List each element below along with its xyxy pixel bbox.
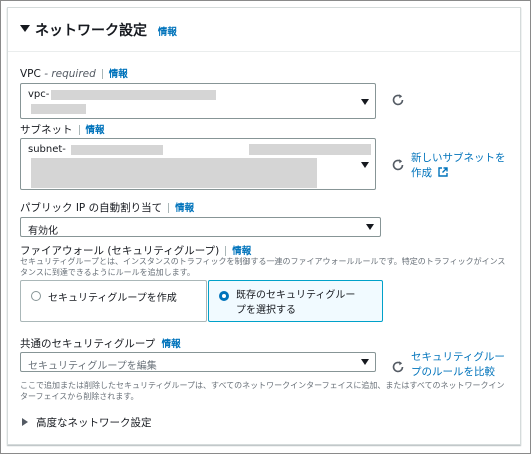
vpc-required-text: - required bbox=[44, 68, 96, 80]
caret-down-icon bbox=[361, 99, 369, 105]
vpc-info-link[interactable]: 情報 bbox=[109, 69, 128, 80]
common-sg-placeholder: セキュリティグループを編集 bbox=[28, 361, 157, 372]
subnet-select[interactable]: subnet- bbox=[20, 138, 376, 190]
radio-existing-sg[interactable]: 既存のセキュリティグループを選択する bbox=[208, 280, 383, 322]
redacted-block bbox=[31, 158, 317, 188]
public-ip-label-text: パブリック IP の自動割り当て bbox=[20, 202, 163, 214]
public-ip-info-link[interactable]: 情報 bbox=[175, 203, 194, 214]
compare-sg-rules-link[interactable]: セキュリティグループのルールを比較 bbox=[411, 350, 511, 380]
external-link-icon bbox=[438, 167, 449, 177]
common-sg-info-link[interactable]: 情報 bbox=[162, 339, 181, 350]
public-ip-select-value: 有効化 bbox=[28, 226, 58, 237]
redacted-block bbox=[51, 90, 216, 100]
vpc-label: VPC - required 情報 bbox=[20, 66, 128, 80]
collapse-caret-icon[interactable] bbox=[20, 25, 30, 32]
common-sg-label-text: 共通のセキュリティグループ bbox=[20, 338, 156, 350]
separator bbox=[168, 203, 170, 213]
caret-down-icon bbox=[366, 224, 374, 230]
vpc-select-value: vpc- bbox=[28, 89, 50, 100]
caret-down-icon bbox=[361, 162, 369, 168]
subnet-refresh-icon[interactable] bbox=[391, 158, 405, 172]
network-settings-panel: ネットワーク設定 情報 VPC - required 情報 vpc- サブネット情… bbox=[7, 7, 521, 445]
panel-title: ネットワーク設定 情報 bbox=[35, 20, 177, 40]
public-ip-select[interactable]: 有効化 bbox=[20, 217, 381, 237]
separator bbox=[101, 69, 103, 79]
common-sg-select[interactable]: セキュリティグループを編集 bbox=[20, 352, 376, 372]
radio-button[interactable] bbox=[31, 291, 41, 301]
firewall-description: セキュリティグループとは、インスタンスのトラフィックを制御する一連のファイアウォ… bbox=[20, 257, 506, 277]
common-sg-description: ここで追加または削除したセキュリティグループは、すべてのネットワークインターフェ… bbox=[20, 381, 505, 401]
common-sg-refresh-icon[interactable] bbox=[391, 360, 405, 374]
radio-create-sg[interactable]: セキュリティグループを作成 bbox=[20, 280, 207, 322]
separator bbox=[225, 246, 227, 256]
advanced-network-label: 高度なネットワーク設定 bbox=[36, 417, 152, 429]
advanced-network-toggle[interactable]: 高度なネットワーク設定 bbox=[22, 414, 202, 430]
create-subnet-link[interactable]: 新しいサブネットを作成 bbox=[411, 151, 511, 181]
create-subnet-link-text: 新しいサブネットを作成 bbox=[411, 152, 506, 179]
subnet-info-link[interactable]: 情報 bbox=[86, 125, 105, 136]
vpc-select[interactable]: vpc- bbox=[20, 83, 376, 119]
caret-down-icon bbox=[361, 359, 369, 365]
redacted-block bbox=[71, 145, 163, 155]
radio-existing-sg-label: 既存のセキュリティグループを選択する bbox=[236, 290, 356, 316]
panel-title-text: ネットワーク設定 bbox=[35, 23, 147, 39]
separator bbox=[78, 125, 80, 135]
subnet-select-value: subnet- bbox=[28, 144, 66, 155]
public-ip-label: パブリック IP の自動割り当て 情報 bbox=[20, 200, 194, 215]
subnet-label: サブネット 情報 bbox=[20, 122, 105, 137]
subnet-label-text: サブネット bbox=[20, 124, 73, 136]
common-sg-label: 共通のセキュリティグループ 情報 bbox=[20, 336, 181, 351]
radio-create-sg-label: セキュリティグループを作成 bbox=[48, 293, 177, 304]
radio-button-selected[interactable] bbox=[219, 291, 229, 301]
redacted-block bbox=[31, 104, 86, 114]
vpc-label-text: VPC bbox=[20, 68, 41, 80]
caret-right-icon bbox=[22, 418, 28, 426]
panel-header[interactable]: ネットワーク設定 情報 bbox=[8, 8, 520, 52]
redacted-block bbox=[249, 144, 371, 155]
header-info-link[interactable]: 情報 bbox=[158, 27, 177, 38]
vpc-refresh-icon[interactable] bbox=[391, 93, 405, 107]
